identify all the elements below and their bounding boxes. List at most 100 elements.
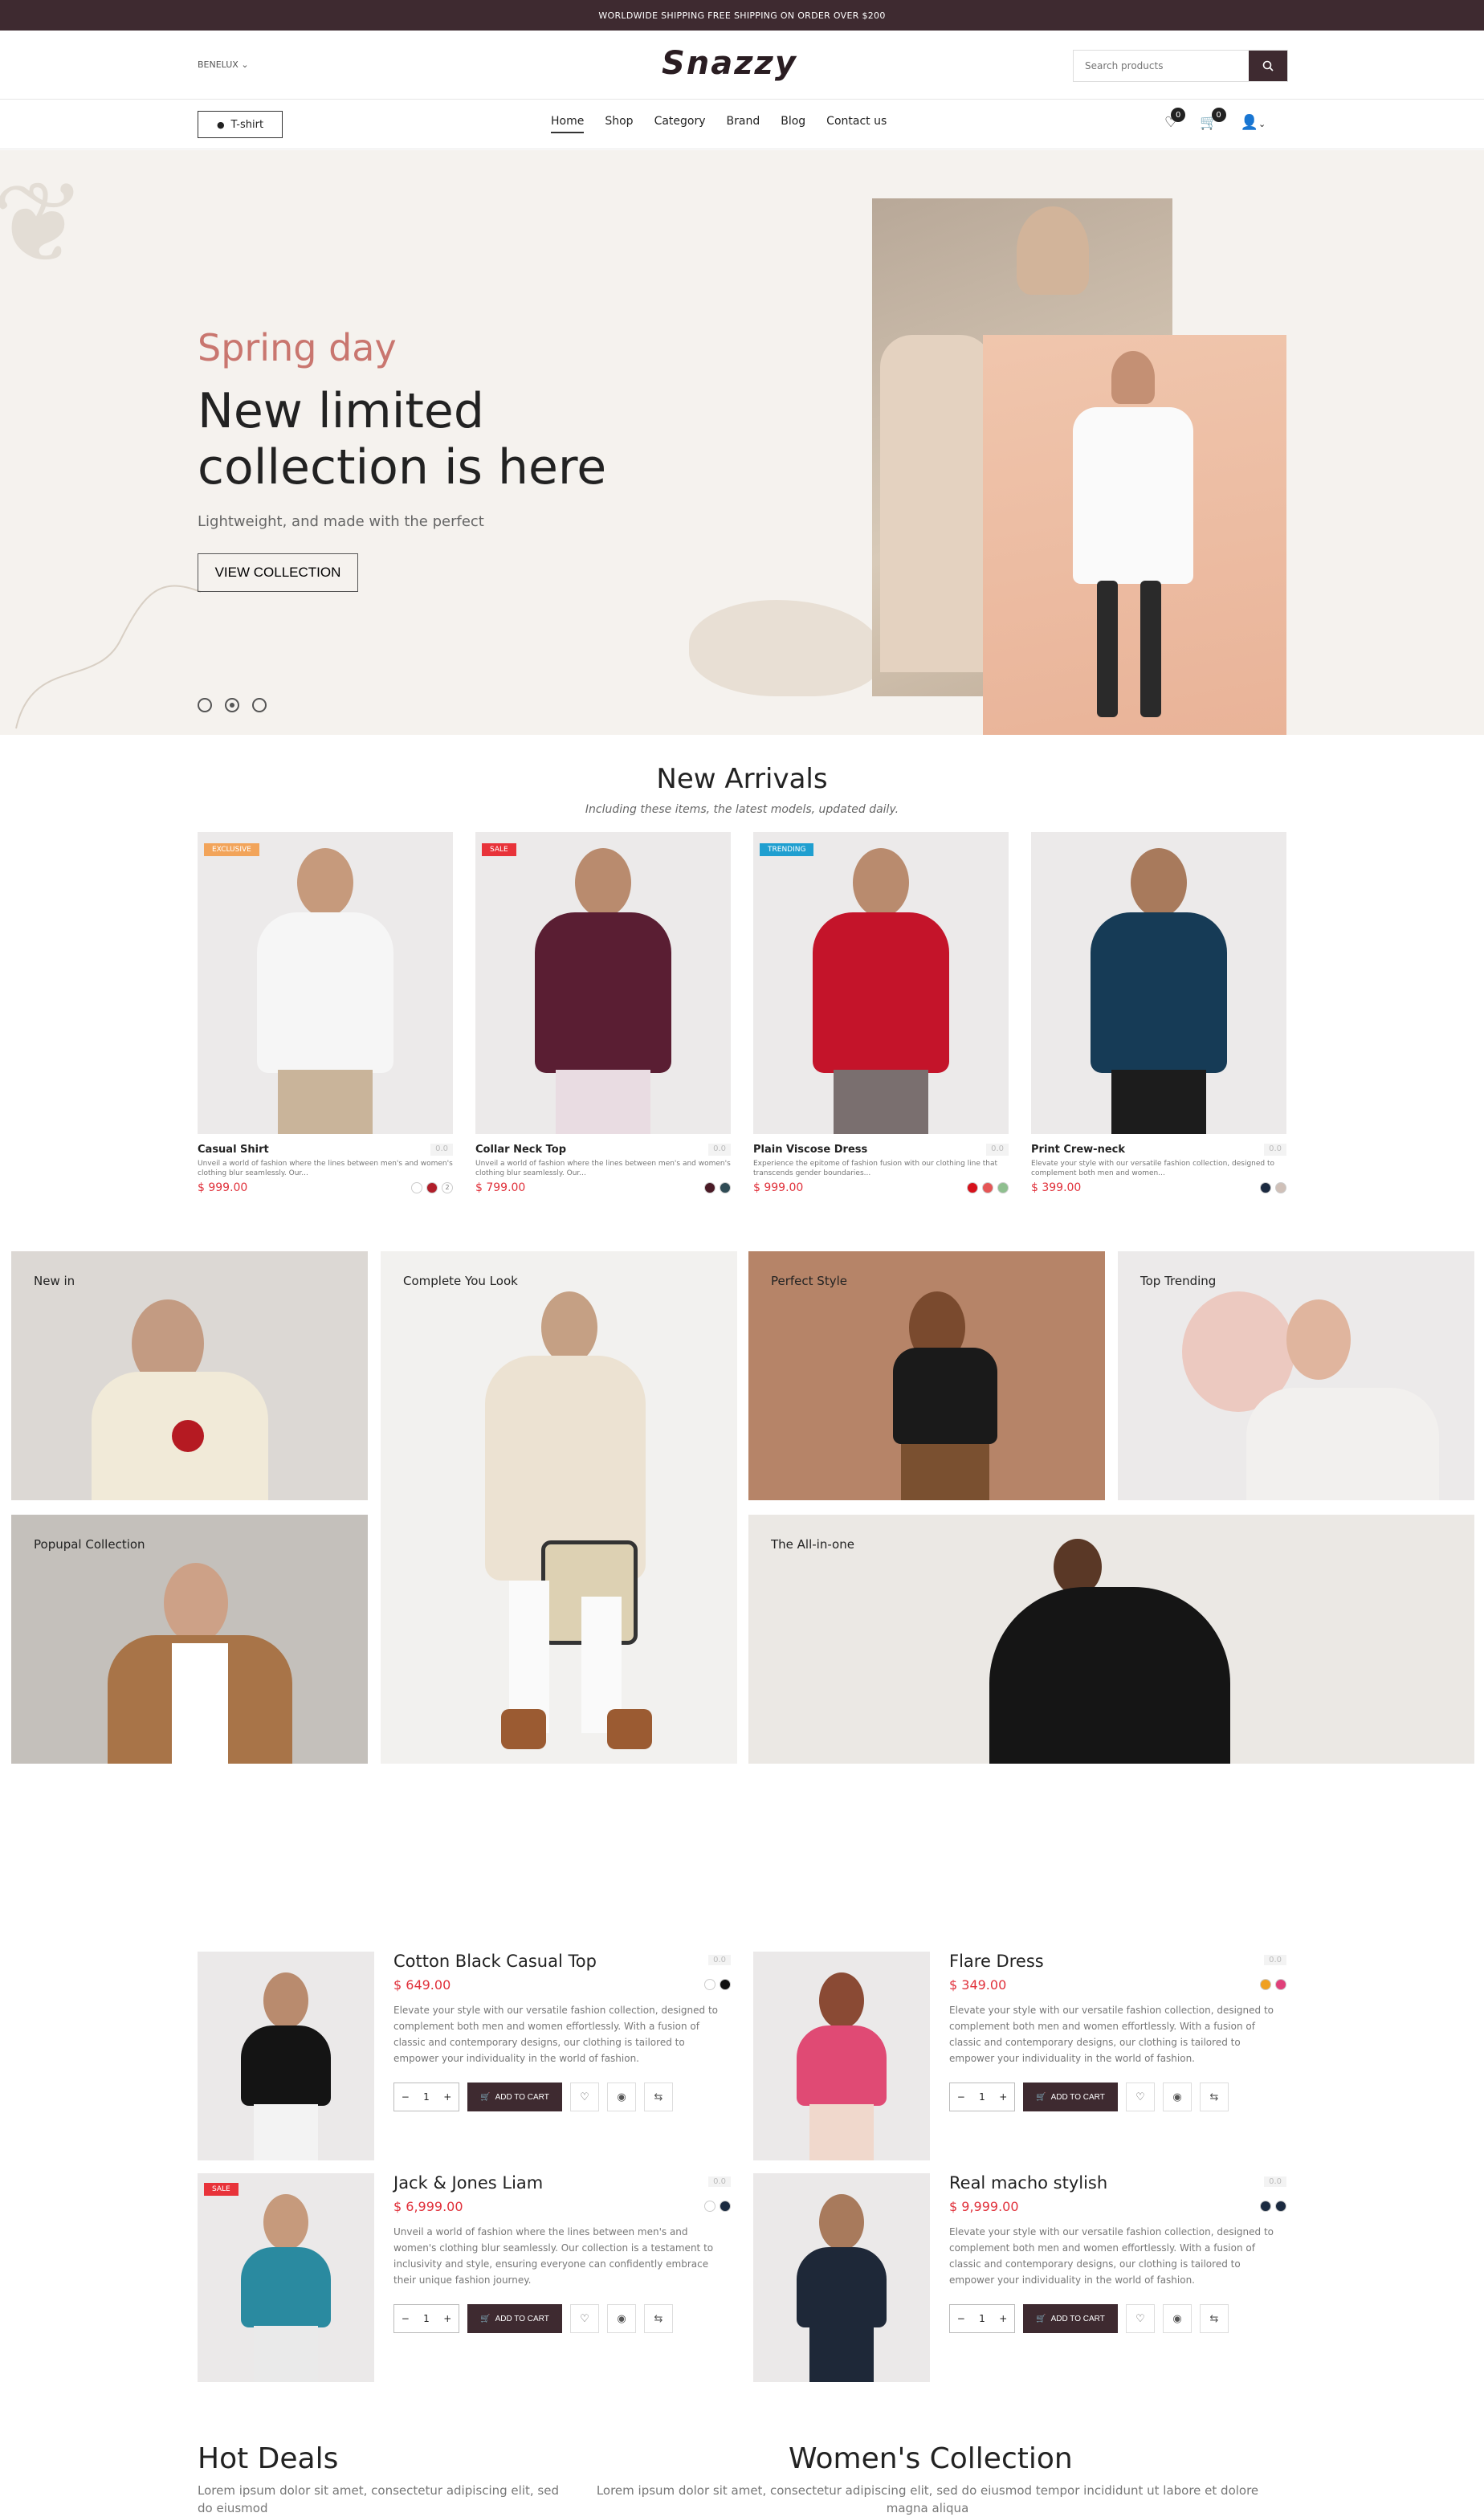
womens-collection-text: Lorem ipsum dolor sit amet, consectetur … [596,2483,1259,2515]
featured-item: Flare Dress 0.0 $ 349.00 Elevate your style… [753,1952,1286,2160]
more-swatches[interactable]: 2 [442,1182,453,1193]
quick-view-icon[interactable]: ◉ [1163,2304,1192,2333]
plus-icon[interactable]: + [999,2091,1007,2103]
minus-icon[interactable]: − [402,2091,410,2103]
wishlist-count: 0 [1171,108,1186,122]
minus-icon[interactable]: − [402,2313,410,2324]
quick-view-icon[interactable]: ◉ [607,2083,636,2111]
color-swatch[interactable] [704,2201,716,2212]
tile-all-in-one[interactable]: The All-in-one [748,1515,1474,1764]
quick-view-icon[interactable]: ◉ [1163,2083,1192,2111]
quantity-stepper[interactable]: − 1 + [949,2304,1015,2333]
womens-collection-title: Women's Collection [789,2442,1073,2475]
product-rating: 0.0 [708,1144,731,1156]
featured-image[interactable]: SALE [198,2173,374,2382]
featured-name[interactable]: Flare Dress [949,1952,1286,1971]
color-swatch[interactable] [704,1182,716,1193]
tile-complete-look[interactable]: Complete You Look [381,1251,737,1764]
wishlist-icon[interactable]: ♡ [1126,2083,1155,2111]
cart-icon[interactable]: 🛒 0 [1200,108,1226,131]
product-name[interactable]: Collar Neck Top [475,1144,566,1156]
product-card[interactable]: Print Crew-neck 0.0 Elevate your style wit… [1031,832,1286,1194]
nav-contact[interactable]: Contact us [826,115,887,133]
product-card[interactable]: TRENDING Plain Viscose Dress 0.0 Experience… [753,832,1009,1194]
wishlist-icon[interactable]: ♡ [1126,2304,1155,2333]
wishlist-icon[interactable]: ♡ [570,2083,599,2111]
nav-home[interactable]: Home [551,115,585,133]
compare-icon[interactable]: ⇆ [1200,2083,1229,2111]
color-swatches [1260,1182,1286,1193]
featured-name[interactable]: Cotton Black Casual Top [393,1952,731,1971]
tile-top-trending[interactable]: Top Trending [1118,1251,1474,1500]
color-swatch[interactable] [982,1182,993,1193]
nav-category[interactable]: Category [654,115,706,133]
featured-price: $ 6,999.00 [393,2199,463,2214]
plus-icon[interactable]: + [443,2091,451,2103]
color-swatch[interactable] [1275,2201,1286,2212]
add-to-cart-button[interactable]: 🛒 ADD TO CART [1023,2083,1118,2111]
product-card[interactable]: EXCLUSIVE Casual Shirt 0.0 Unveil a world o… [198,832,453,1194]
compare-icon[interactable]: ⇆ [644,2304,673,2333]
tile-popular[interactable]: Popupal Collection [11,1515,368,1764]
minus-icon[interactable]: − [957,2091,965,2103]
slider-dot-active[interactable] [225,698,239,712]
quantity-stepper[interactable]: − 1 + [393,2304,459,2333]
search-input[interactable] [1074,51,1249,81]
color-swatch[interactable] [997,1182,1009,1193]
minus-icon[interactable]: − [957,2313,965,2324]
featured-description: Elevate your style with our versatile fa… [949,2226,1274,2286]
plus-icon[interactable]: + [443,2313,451,2324]
region-selector[interactable]: BENELUX ⌄ [198,59,249,70]
color-swatch[interactable] [720,1182,731,1193]
category-chip[interactable]: ● T-shirt [198,111,283,138]
add-to-cart-button[interactable]: 🛒 ADD TO CART [467,2083,562,2111]
product-image[interactable]: EXCLUSIVE [198,832,453,1134]
color-swatch[interactable] [1275,1182,1286,1193]
view-collection-button[interactable]: VIEW COLLECTION [198,553,358,592]
color-swatch[interactable] [1260,2201,1271,2212]
slider-dot[interactable] [198,698,212,712]
tile-perfect-style[interactable]: Perfect Style [748,1251,1105,1500]
featured-image[interactable] [198,1952,374,2160]
compare-icon[interactable]: ⇆ [644,2083,673,2111]
product-name[interactable]: Print Crew-neck [1031,1144,1125,1156]
nav-brand[interactable]: Brand [727,115,760,133]
wishlist-icon[interactable]: ♡ [570,2304,599,2333]
quantity-stepper[interactable]: − 1 + [949,2083,1015,2111]
nav-blog[interactable]: Blog [781,115,805,133]
product-card[interactable]: SALE Collar Neck Top 0.0 Unveil a world of … [475,832,731,1194]
color-swatch[interactable] [1260,1182,1271,1193]
color-swatches [704,2201,731,2212]
product-image[interactable]: TRENDING [753,832,1009,1134]
featured-image[interactable] [753,1952,930,2160]
add-to-cart-button[interactable]: 🛒 ADD TO CART [1023,2304,1118,2333]
product-name[interactable]: Casual Shirt [198,1144,269,1156]
product-name[interactable]: Plain Viscose Dress [753,1144,867,1156]
tile-new-in[interactable]: New in [11,1251,368,1500]
wishlist-icon[interactable]: ♡ 0 [1164,108,1186,131]
slider-dot[interactable] [252,698,267,712]
quantity-stepper[interactable]: − 1 + [393,2083,459,2111]
color-swatch[interactable] [720,2201,731,2212]
quick-view-icon[interactable]: ◉ [607,2304,636,2333]
color-swatch[interactable] [426,1182,438,1193]
product-image[interactable]: SALE [475,832,731,1134]
featured-image[interactable] [753,2173,930,2382]
site-logo[interactable]: Snazzy [662,45,797,82]
search-button[interactable] [1249,51,1287,81]
color-swatch[interactable] [411,1182,422,1193]
sale-badge: SALE [204,2183,238,2196]
color-swatch[interactable] [720,1979,731,1990]
product-image[interactable] [1031,832,1286,1134]
compare-icon[interactable]: ⇆ [1200,2304,1229,2333]
color-swatch[interactable] [1275,1979,1286,1990]
color-swatch[interactable] [967,1182,978,1193]
nav-shop[interactable]: Shop [605,115,633,133]
featured-name[interactable]: Jack & Jones Liam [393,2173,731,2193]
color-swatch[interactable] [1260,1979,1271,1990]
color-swatch[interactable] [704,1979,716,1990]
user-icon[interactable]: 👤⌄ [1241,114,1266,131]
plus-icon[interactable]: + [999,2313,1007,2324]
add-to-cart-button[interactable]: 🛒 ADD TO CART [467,2304,562,2333]
featured-name[interactable]: Real macho stylish [949,2173,1286,2193]
